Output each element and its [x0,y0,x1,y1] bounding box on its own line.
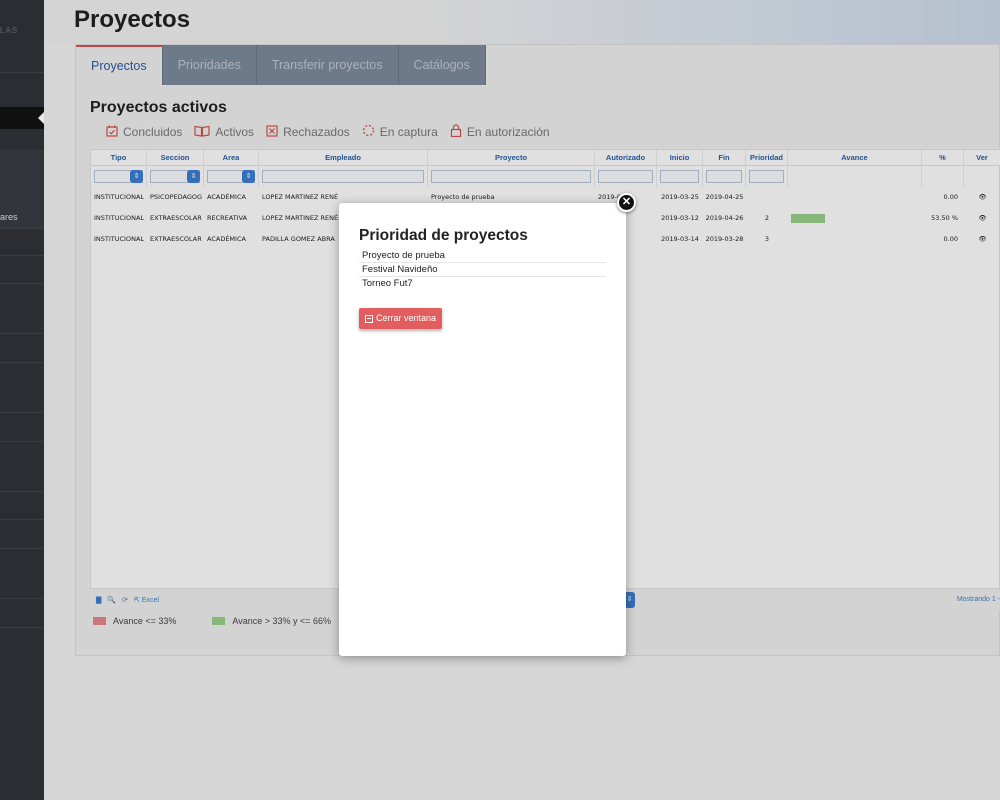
sidebar-divider [0,598,44,599]
close-icon[interactable]: ✕ [617,193,636,212]
minus-square-icon [365,314,373,323]
close-window-button[interactable]: Cerrar ventana [359,308,443,329]
sidebar-divider [0,548,44,549]
sidebar-divider [0,441,44,442]
sidebar-divider [0,333,44,334]
sidebar-item-label[interactable]: ares [0,212,18,222]
sidebar-divider [0,491,44,492]
sidebar-divider [0,72,44,73]
sidebar-divider [0,627,44,628]
modal-title: Prioridad de proyectos [359,227,528,244]
sidebar-divider [0,519,44,520]
sidebar-divider [0,283,44,284]
sidebar: LAS ares [0,0,44,800]
sidebar-divider [0,228,44,229]
list-item[interactable]: Torneo Fut7 [359,277,606,291]
sidebar-divider [0,412,44,413]
sidebar-divider [0,255,44,256]
list-item[interactable]: Proyecto de prueba [359,249,606,263]
sidebar-brand: LAS [0,26,19,35]
priority-modal: Prioridad de proyectos Proyecto de prueb… [339,203,626,656]
priority-list: Proyecto de prueba Festival Navideño Tor… [359,249,606,291]
sidebar-divider [0,362,44,363]
close-window-label: Cerrar ventana [376,313,437,323]
list-item[interactable]: Festival Navideño [359,263,606,277]
